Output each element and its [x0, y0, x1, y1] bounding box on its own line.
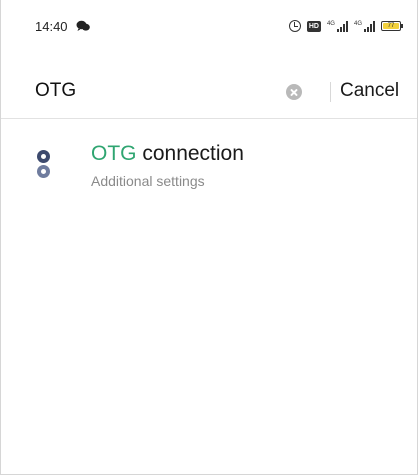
result-title: OTG connection: [91, 142, 244, 166]
clear-icon[interactable]: [286, 84, 302, 100]
search-screen: 14:40 HD 4G 4G 77 OTG Cancel OTG connect…: [0, 0, 418, 475]
result-subtitle: Additional settings: [91, 173, 205, 189]
status-right: HD 4G 4G 77: [288, 20, 403, 32]
signal-icon: 4G: [353, 20, 375, 32]
status-left: 14:40: [35, 19, 90, 34]
signal-icon: 4G: [326, 20, 348, 32]
settings-dots-icon: [37, 150, 51, 180]
header-divider: [1, 118, 417, 119]
search-input[interactable]: [35, 78, 285, 104]
hd-icon: HD: [306, 20, 321, 32]
result-title-rest: connection: [136, 142, 244, 165]
search-bar: Cancel: [1, 66, 417, 116]
status-time: 14:40: [35, 18, 68, 34]
chat-bubble-icon: [76, 20, 90, 32]
battery-level: 77: [383, 23, 399, 29]
search-result-otg-connection[interactable]: OTG connection Additional settings: [1, 130, 417, 196]
alarm-icon: [288, 20, 301, 32]
battery-icon: 77: [381, 21, 403, 31]
signal-label: 4G: [353, 20, 362, 27]
result-title-highlight: OTG: [91, 142, 137, 165]
signal-label: 4G: [326, 20, 335, 27]
status-bar: 14:40 HD 4G 4G 77: [1, 0, 417, 52]
cancel-button[interactable]: Cancel: [340, 78, 399, 104]
search-divider: [330, 82, 331, 102]
